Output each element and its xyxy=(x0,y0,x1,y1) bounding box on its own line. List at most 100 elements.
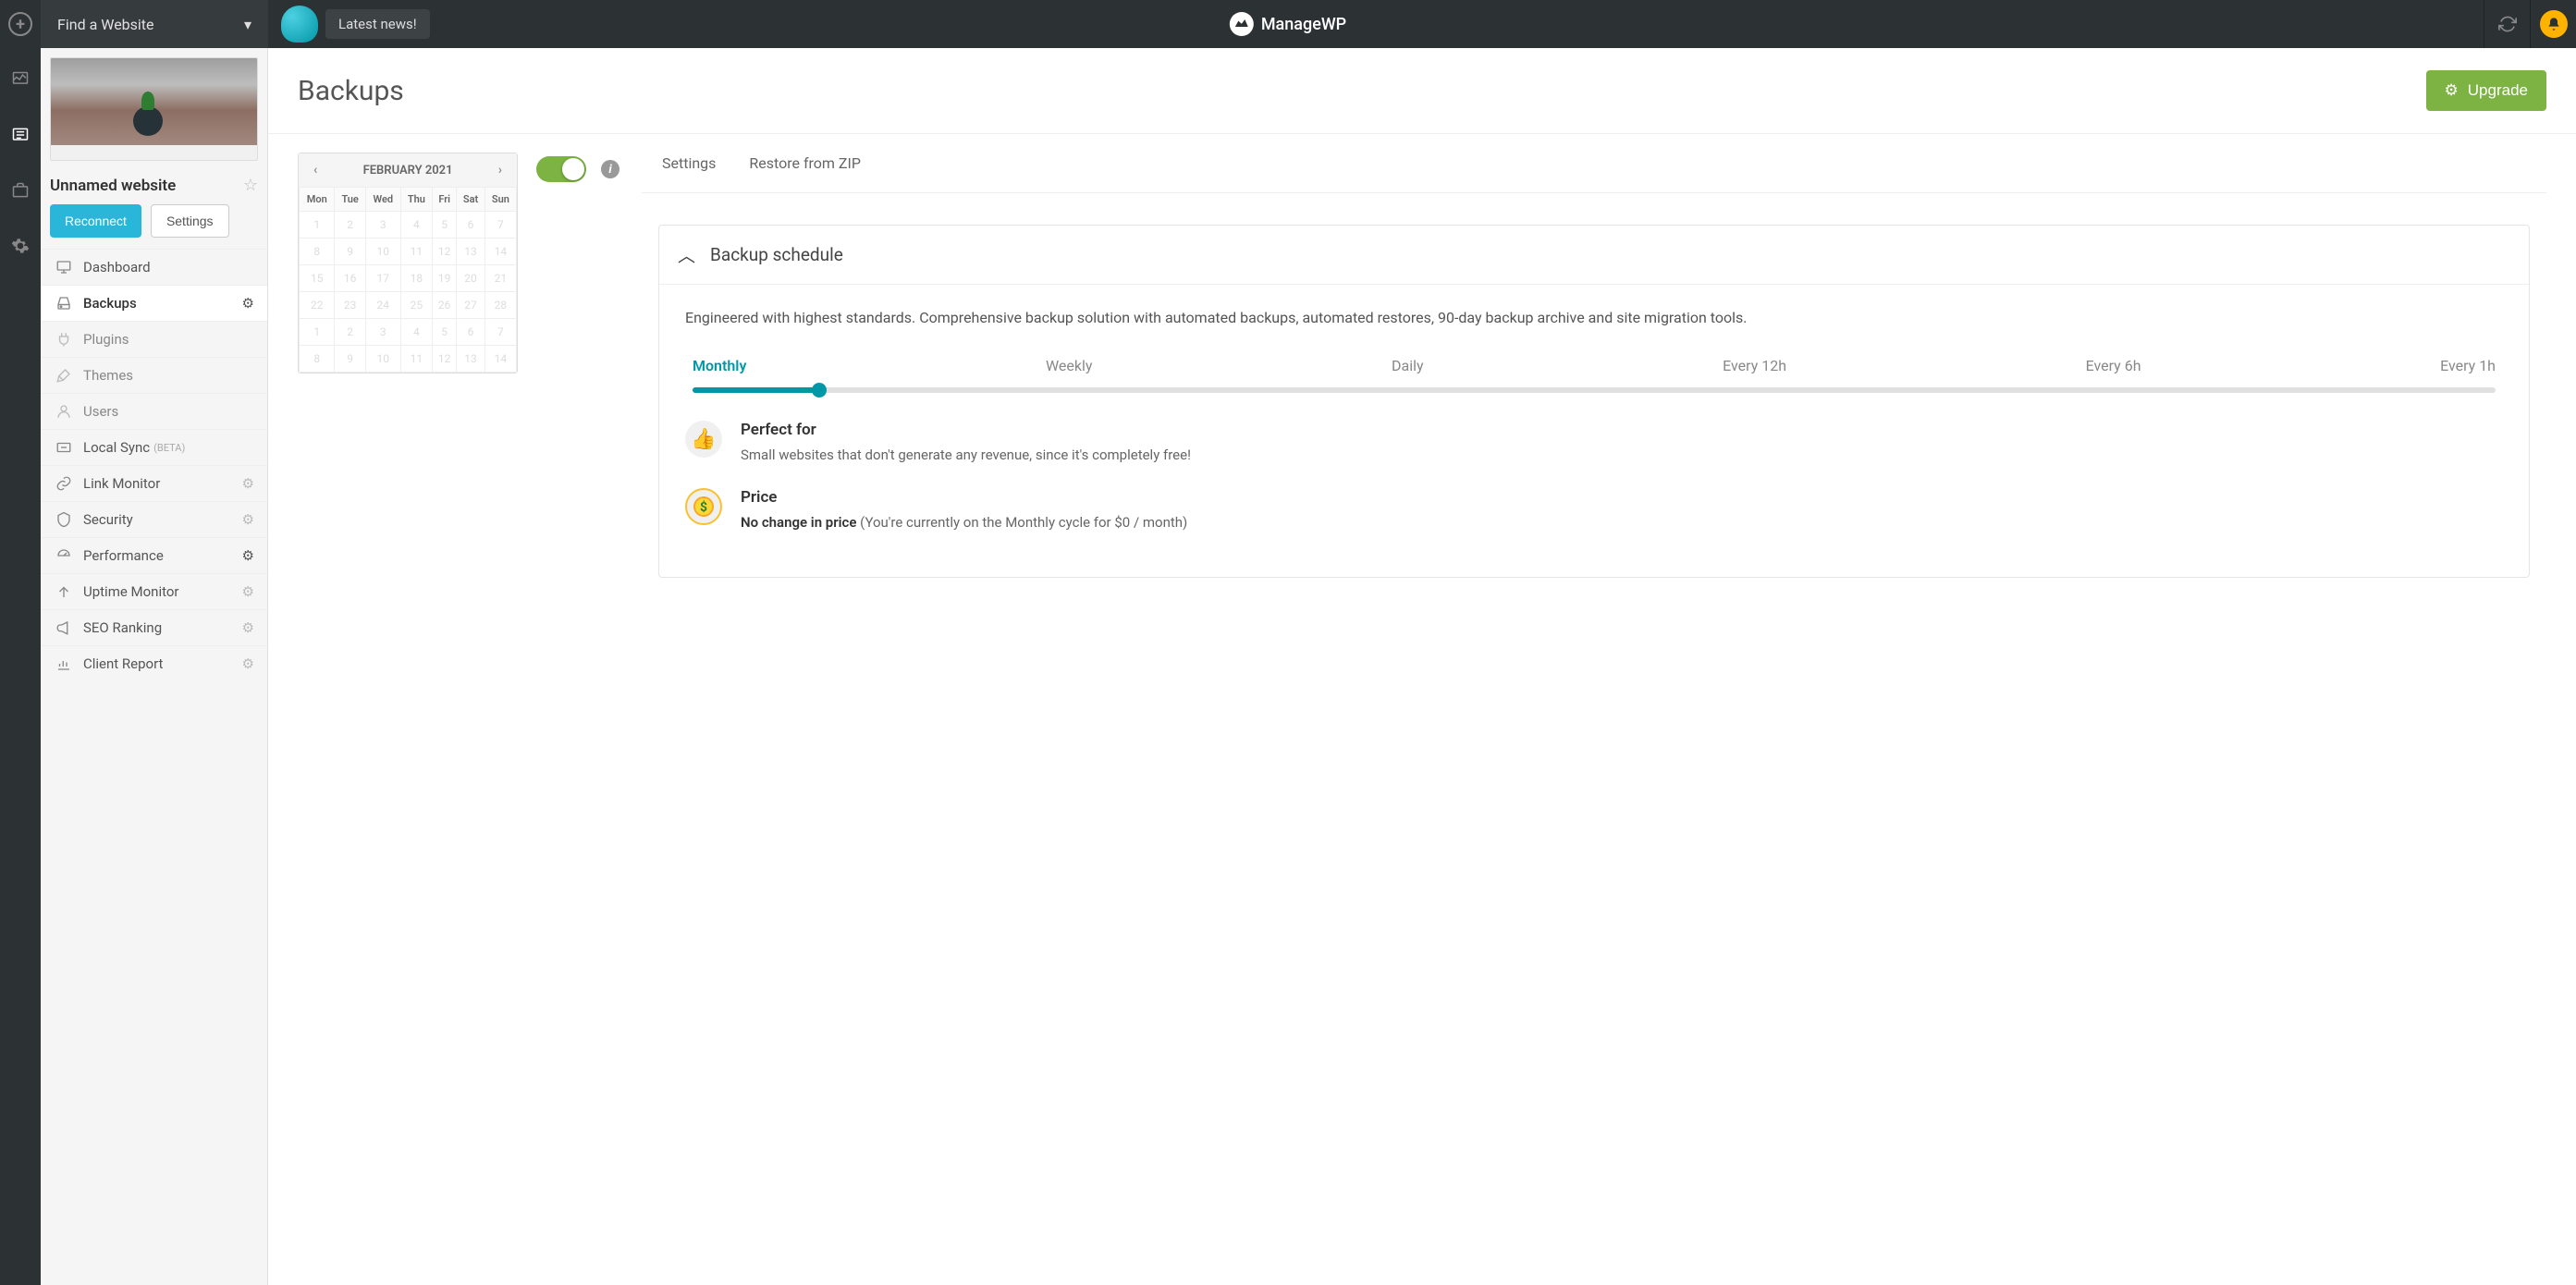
calendar-cell[interactable]: 26 xyxy=(433,292,457,319)
calendar-cell[interactable]: 17 xyxy=(365,265,400,292)
menu-item-performance[interactable]: Performance⚙ xyxy=(41,537,267,573)
calendar-cell[interactable]: 9 xyxy=(335,346,365,373)
calendar-cell[interactable]: 7 xyxy=(485,319,516,346)
rail-item-overview[interactable] xyxy=(0,63,41,96)
gear-icon[interactable]: ⚙ xyxy=(242,547,254,564)
tab-settings[interactable]: Settings xyxy=(658,147,719,179)
calendar-cell[interactable]: 4 xyxy=(400,212,432,239)
calendar-cell[interactable]: 28 xyxy=(485,292,516,319)
gear-icon[interactable]: ⚙ xyxy=(242,295,254,312)
info-button[interactable]: i xyxy=(601,160,619,178)
site-thumbnail[interactable] xyxy=(50,57,258,161)
calendar-cell[interactable]: 18 xyxy=(400,265,432,292)
calendar-prev-button[interactable]: ‹ xyxy=(308,161,323,179)
frequency-option[interactable]: Weekly xyxy=(1046,357,1093,374)
websites-icon xyxy=(11,126,30,144)
rail-item-clients[interactable] xyxy=(0,174,41,207)
menu-item-plugins[interactable]: Plugins xyxy=(41,321,267,357)
calendar-cell[interactable]: 6 xyxy=(457,212,485,239)
gear-icon[interactable]: ⚙ xyxy=(242,655,254,672)
calendar-cell[interactable]: 12 xyxy=(433,239,457,265)
calendar-cell[interactable]: 20 xyxy=(457,265,485,292)
gear-icon[interactable]: ⚙ xyxy=(242,619,254,636)
calendar-cell[interactable]: 5 xyxy=(433,212,457,239)
calendar-month-label: FEBRUARY 2021 xyxy=(363,164,453,177)
calendar-cell[interactable]: 2 xyxy=(335,319,365,346)
calendar-cell[interactable]: 16 xyxy=(335,265,365,292)
calendar-cell[interactable]: 15 xyxy=(300,265,335,292)
calendar-cell[interactable]: 13 xyxy=(457,346,485,373)
backup-toggle[interactable] xyxy=(536,156,586,182)
upgrade-button[interactable]: ⚙ Upgrade xyxy=(2426,70,2546,111)
news-button[interactable]: Latest news! xyxy=(325,9,430,39)
shield-icon xyxy=(54,511,74,528)
menu-item-dashboard[interactable]: Dashboard xyxy=(41,249,267,285)
calendar-cell[interactable]: 21 xyxy=(485,265,516,292)
perfect-for-title: Perfect for xyxy=(741,421,1191,439)
calendar-cell[interactable]: 5 xyxy=(433,319,457,346)
frequency-option[interactable]: Every 12h xyxy=(1723,357,1786,374)
calendar-cell[interactable]: 9 xyxy=(335,239,365,265)
rail-item-websites[interactable] xyxy=(0,118,41,152)
calendar-cell[interactable]: 2 xyxy=(335,212,365,239)
frequency-option[interactable]: Every 6h xyxy=(2086,357,2141,374)
calendar-cell[interactable]: 11 xyxy=(400,239,432,265)
frequency-option[interactable]: Daily xyxy=(1392,357,1424,374)
page-title: Backups xyxy=(298,75,404,107)
menu-item-client-report[interactable]: Client Report⚙ xyxy=(41,645,267,681)
perfect-for-text: Small websites that don't generate any r… xyxy=(741,445,1191,466)
calendar-cell[interactable]: 19 xyxy=(433,265,457,292)
mascot-icon xyxy=(281,6,318,43)
menu-item-users[interactable]: Users xyxy=(41,393,267,429)
calendar-cell[interactable]: 6 xyxy=(457,319,485,346)
notifications-button[interactable] xyxy=(2530,0,2576,48)
drive-icon xyxy=(54,295,74,312)
calendar-cell[interactable]: 3 xyxy=(365,319,400,346)
panel-header-toggle[interactable]: ︿ Backup schedule xyxy=(659,226,2529,285)
calendar-cell[interactable]: 10 xyxy=(365,239,400,265)
calendar-cell[interactable]: 23 xyxy=(335,292,365,319)
frequency-option[interactable]: Monthly xyxy=(693,357,746,374)
tab-restore-zip[interactable]: Restore from ZIP xyxy=(745,147,865,179)
find-website-dropdown[interactable]: Find a Website ▾ xyxy=(41,0,268,48)
calendar-cell[interactable]: 4 xyxy=(400,319,432,346)
menu-item-security[interactable]: Security⚙ xyxy=(41,501,267,537)
menu-item-uptime-monitor[interactable]: Uptime Monitor⚙ xyxy=(41,573,267,609)
gear-icon[interactable]: ⚙ xyxy=(242,475,254,492)
menu-item-themes[interactable]: Themes xyxy=(41,357,267,393)
calendar-cell[interactable]: 11 xyxy=(400,346,432,373)
gear-icon[interactable]: ⚙ xyxy=(242,583,254,600)
rail-item-settings[interactable] xyxy=(0,229,41,263)
menu-item-local-sync[interactable]: Local Sync(BETA) xyxy=(41,429,267,465)
calendar-cell[interactable]: 24 xyxy=(365,292,400,319)
calendar-cell[interactable]: 1 xyxy=(300,212,335,239)
menu-item-link-monitor[interactable]: Link Monitor⚙ xyxy=(41,465,267,501)
add-site-button[interactable]: + xyxy=(0,0,41,48)
menu-item-seo-ranking[interactable]: SEO Ranking⚙ xyxy=(41,609,267,645)
calendar-day-header: Tue xyxy=(335,188,365,212)
calendar-cell[interactable]: 8 xyxy=(300,239,335,265)
favorite-button[interactable]: ☆ xyxy=(243,176,258,195)
calendar-cell[interactable]: 25 xyxy=(400,292,432,319)
frequency-option[interactable]: Every 1h xyxy=(2440,357,2496,374)
calendar-cell[interactable]: 12 xyxy=(433,346,457,373)
gear-icon[interactable]: ⚙ xyxy=(242,511,254,528)
site-settings-button[interactable]: Settings xyxy=(151,204,229,238)
calendar-cell[interactable]: 10 xyxy=(365,346,400,373)
calendar-cell[interactable]: 14 xyxy=(485,346,516,373)
refresh-button[interactable] xyxy=(2484,0,2530,48)
monitor-icon xyxy=(54,259,74,275)
calendar-cell[interactable]: 7 xyxy=(485,212,516,239)
calendar-cell[interactable]: 13 xyxy=(457,239,485,265)
calendar-next-button[interactable]: › xyxy=(493,161,508,179)
calendar-cell[interactable]: 27 xyxy=(457,292,485,319)
reconnect-button[interactable]: Reconnect xyxy=(50,204,141,238)
calendar-cell[interactable]: 3 xyxy=(365,212,400,239)
calendar-cell[interactable]: 14 xyxy=(485,239,516,265)
calendar-cell[interactable]: 22 xyxy=(300,292,335,319)
calendar-cell[interactable]: 8 xyxy=(300,346,335,373)
menu-item-backups[interactable]: Backups⚙ xyxy=(41,285,267,321)
plus-icon: + xyxy=(8,12,32,36)
frequency-slider[interactable] xyxy=(693,387,2496,393)
calendar-cell[interactable]: 1 xyxy=(300,319,335,346)
